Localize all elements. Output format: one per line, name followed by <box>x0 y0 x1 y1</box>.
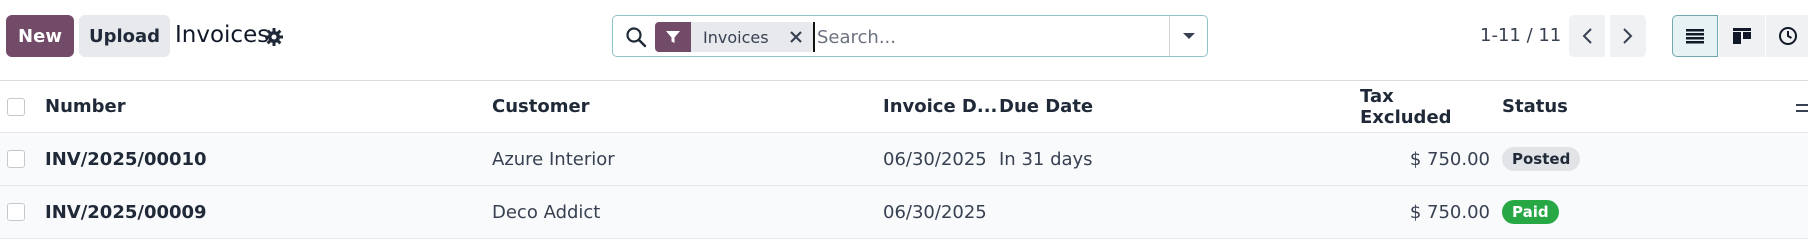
table-header: Number Customer Invoice D... Due Date Ta… <box>0 80 1808 133</box>
search-facet-label: Invoices <box>691 22 779 52</box>
cell-tax-excluded: $ 750.00 <box>1409 201 1490 223</box>
select-all-checkbox[interactable] <box>7 98 25 116</box>
pager-next-button[interactable] <box>1610 15 1646 57</box>
status-badge: Posted <box>1502 147 1581 171</box>
filter-icon <box>655 22 691 52</box>
cell-due-date: In 31 days <box>999 148 1093 170</box>
status-badge: Paid <box>1502 200 1559 224</box>
table-row[interactable]: INV/2025/00009 Deco Addict 06/30/2025 $ … <box>0 186 1808 239</box>
column-header-tax-excluded[interactable]: Tax Excluded <box>1360 81 1490 132</box>
list-view-icon <box>1686 29 1704 44</box>
cell-invoice-date: 06/30/2025 <box>883 201 987 223</box>
activity-view-icon <box>1779 27 1797 45</box>
gear-icon[interactable] <box>264 27 284 47</box>
pager-value[interactable]: 1-11 / 11 <box>1480 25 1561 46</box>
column-settings-icon[interactable] <box>1794 99 1808 117</box>
cell-number: INV/2025/00009 <box>45 201 207 223</box>
upload-button[interactable]: Upload <box>79 15 170 57</box>
search-options-toggle[interactable] <box>1169 16 1207 56</box>
table-row[interactable]: INV/2025/00010 Azure Interior 06/30/2025… <box>0 133 1808 186</box>
cell-customer: Deco Addict <box>492 201 601 223</box>
search-bar: Invoices <box>612 15 1208 57</box>
list-view-button[interactable] <box>1672 15 1718 57</box>
cell-status: Paid <box>1502 186 1559 238</box>
search-input[interactable] <box>813 22 1173 52</box>
cell-number: INV/2025/00010 <box>45 148 207 170</box>
column-header-invoice-date[interactable]: Invoice D... <box>883 81 997 132</box>
search-facet: Invoices <box>655 22 813 52</box>
column-header-status[interactable]: Status <box>1502 81 1568 132</box>
new-button[interactable]: New <box>6 15 74 57</box>
caret-down-icon <box>1182 33 1195 39</box>
pager-previous-button[interactable] <box>1569 15 1605 57</box>
activity-view-button[interactable] <box>1766 15 1808 57</box>
chevron-right-icon <box>1623 28 1633 44</box>
row-checkbox[interactable] <box>7 150 25 168</box>
column-header-customer[interactable]: Customer <box>492 81 590 132</box>
column-header-due-date[interactable]: Due Date <box>999 81 1093 132</box>
cell-status: Posted <box>1502 133 1581 185</box>
cell-customer: Azure Interior <box>492 148 615 170</box>
cell-invoice-date: 06/30/2025 <box>883 148 987 170</box>
column-header-number[interactable]: Number <box>45 81 126 132</box>
search-icon[interactable] <box>625 26 647 48</box>
cell-tax-excluded: $ 750.00 <box>1409 148 1490 170</box>
kanban-view-icon <box>1733 28 1751 44</box>
row-checkbox[interactable] <box>7 203 25 221</box>
control-panel: New Upload Invoices Invoices Search... 1… <box>0 0 1808 80</box>
chevron-left-icon <box>1582 28 1592 44</box>
kanban-view-button[interactable] <box>1719 15 1765 57</box>
close-icon[interactable] <box>778 22 813 52</box>
page-title: Invoices <box>175 22 270 48</box>
